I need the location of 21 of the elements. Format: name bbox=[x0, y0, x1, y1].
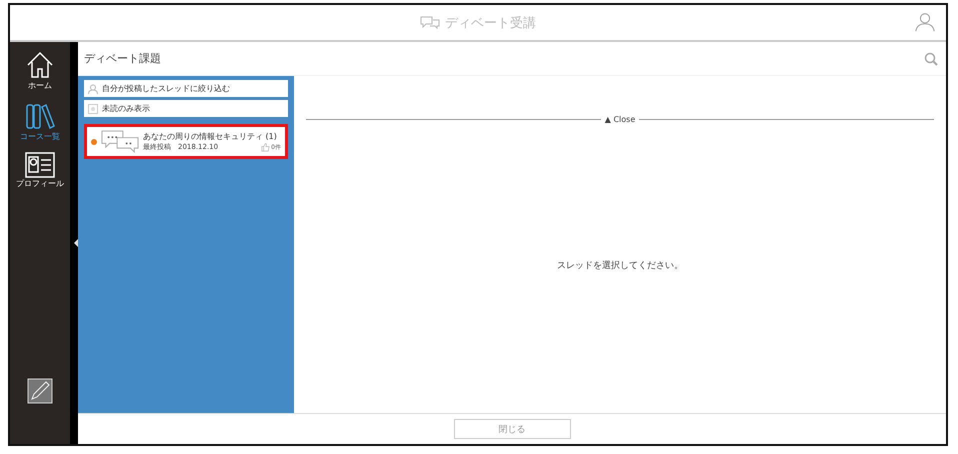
radio-icon bbox=[88, 104, 98, 114]
app-title: ディベート受講 bbox=[445, 14, 536, 32]
speech-bubbles-icon bbox=[101, 130, 139, 153]
page-title: ディベート課題 bbox=[84, 51, 161, 66]
pencil-icon[interactable] bbox=[27, 378, 53, 404]
person-icon bbox=[88, 84, 98, 94]
nav-item[interactable]: プロフィール bbox=[16, 152, 64, 189]
house-icon bbox=[25, 50, 55, 80]
nav-item[interactable]: コース一覧 bbox=[20, 101, 60, 142]
thread-title: あなたの周りの情報セキュリティ (1) bbox=[143, 131, 278, 142]
filter-button[interactable]: 未読のみ表示 bbox=[84, 100, 288, 117]
filter-button[interactable]: 自分が投稿したスレッドに絞り込む bbox=[84, 80, 288, 97]
nav-item[interactable]: ホーム bbox=[25, 50, 55, 91]
chat-icon bbox=[420, 16, 440, 30]
books-icon bbox=[25, 101, 55, 131]
empty-message: スレッドを選択してください。 bbox=[556, 260, 684, 272]
close-link[interactable]: ▲ Close bbox=[604, 115, 636, 124]
user-icon[interactable] bbox=[914, 11, 936, 33]
thumbs-up-icon bbox=[261, 143, 270, 152]
collapse-arrow-icon[interactable] bbox=[74, 239, 78, 247]
id-card-icon bbox=[25, 152, 55, 178]
